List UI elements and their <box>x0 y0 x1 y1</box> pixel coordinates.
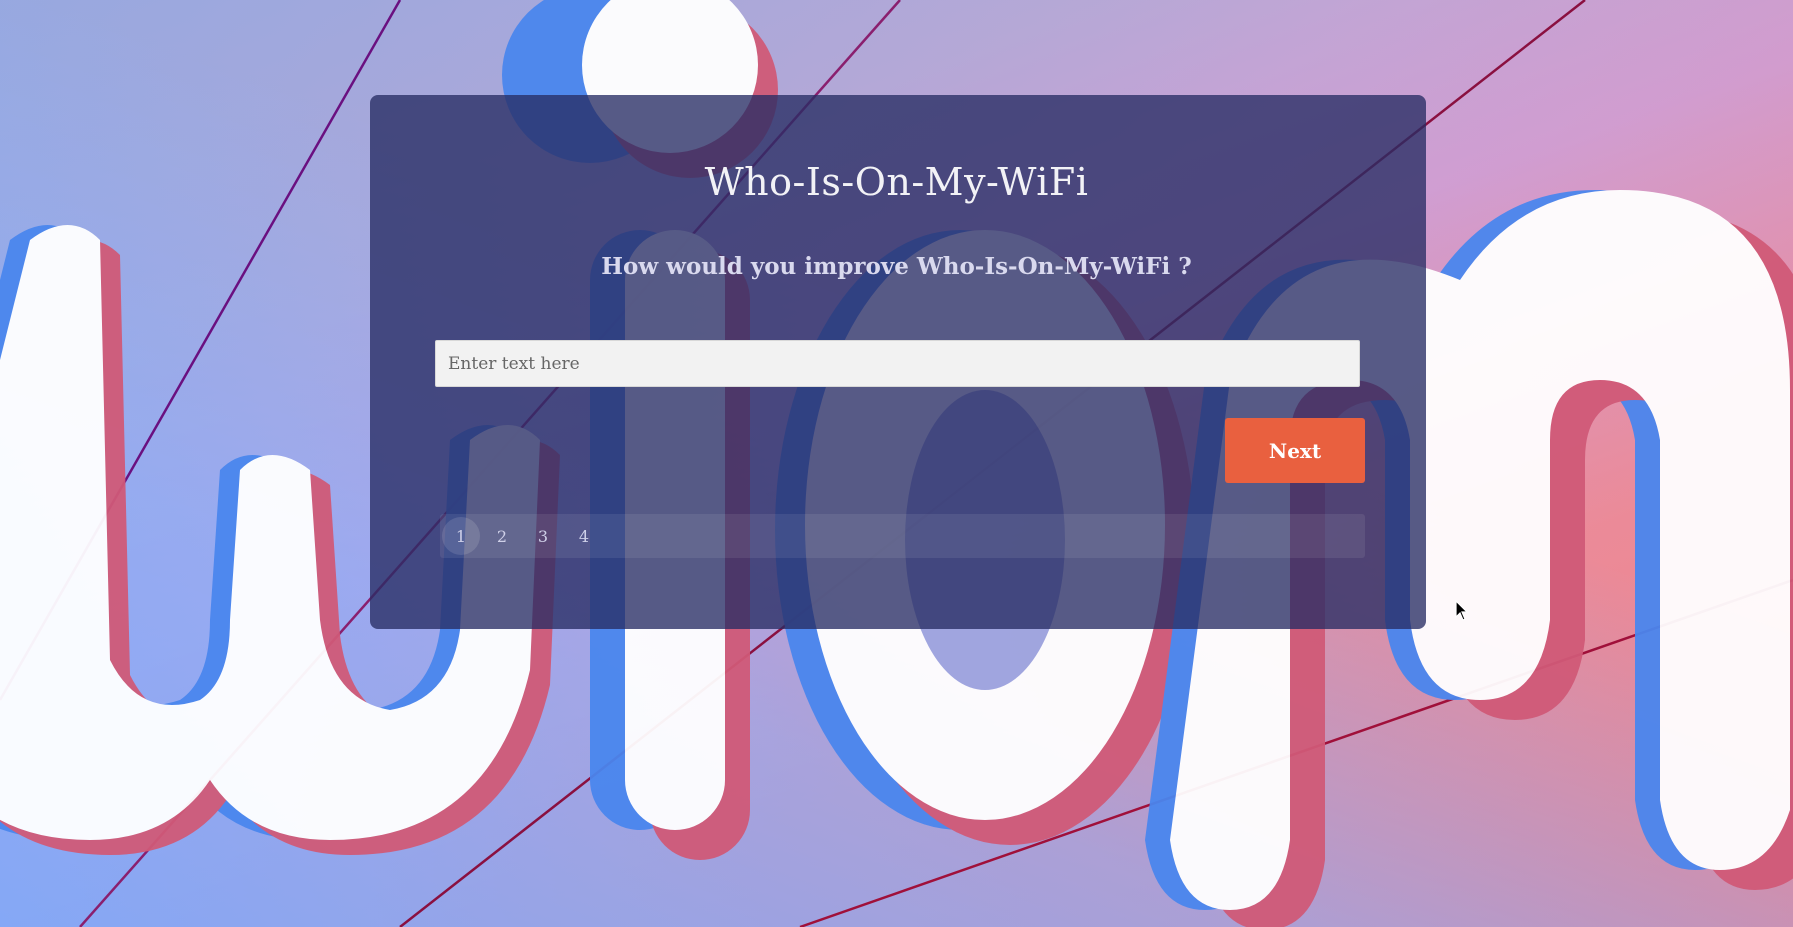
mouse-cursor-icon <box>1455 599 1469 626</box>
next-button[interactable]: Next <box>1225 418 1365 483</box>
page-1-button[interactable]: 1 <box>442 517 480 555</box>
answer-input[interactable] <box>435 340 1360 387</box>
pagination: 1 2 3 4 <box>440 514 1365 558</box>
survey-question: How would you improve Who-Is-On-My-WiFi … <box>601 253 1192 280</box>
page-2-button[interactable]: 2 <box>483 517 521 555</box>
page-4-button[interactable]: 4 <box>565 517 603 555</box>
page-title: Who-Is-On-My-WiFi <box>704 160 1089 204</box>
page-3-button[interactable]: 3 <box>524 517 562 555</box>
